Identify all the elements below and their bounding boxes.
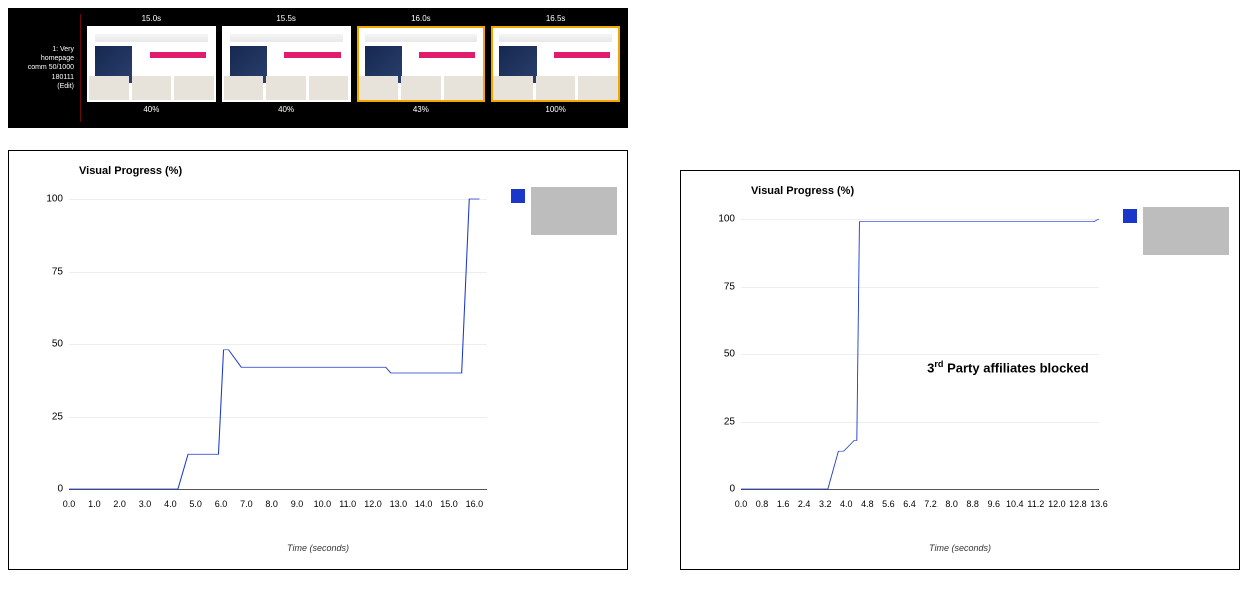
x-tick: 3.2 xyxy=(819,499,832,509)
y-tick: 100 xyxy=(707,214,735,225)
frame-thumbnail[interactable] xyxy=(357,26,486,102)
x-tick: 0.8 xyxy=(756,499,769,509)
x-tick: 10.0 xyxy=(314,499,332,509)
x-tick: 1.6 xyxy=(777,499,790,509)
frame-thumbnail[interactable] xyxy=(222,26,351,102)
y-tick: 0 xyxy=(707,484,735,495)
chart-legend xyxy=(511,187,617,235)
frame-percent: 43% xyxy=(413,105,429,114)
frame-time: 16.0s xyxy=(411,14,431,23)
label-line: 1: Very xyxy=(16,45,74,54)
frame-percent: 40% xyxy=(278,105,294,114)
chart-title: Visual Progress (%) xyxy=(79,165,182,177)
filmstrip: 1: Very homepage comm 50/1000 180111 (Ed… xyxy=(8,8,628,128)
frame-time: 15.5s xyxy=(276,14,296,23)
x-tick: 4.0 xyxy=(164,499,177,509)
y-tick: 25 xyxy=(35,411,63,422)
frame-time: 15.0s xyxy=(142,14,162,23)
chart-title: Visual Progress (%) xyxy=(751,185,854,197)
frame-percent: 40% xyxy=(143,105,159,114)
filmstrip-frame[interactable]: 15.0s 40% xyxy=(87,14,216,122)
x-axis-label: Time (seconds) xyxy=(929,543,991,553)
plot-area: 0255075100 0.00.81.62.43.24.04.85.66.47.… xyxy=(741,219,1099,489)
y-tick: 50 xyxy=(35,339,63,350)
plot-area: 0255075100 0.01.02.03.04.05.06.07.08.09.… xyxy=(69,199,487,489)
x-tick: 5.6 xyxy=(882,499,895,509)
x-tick: 0.0 xyxy=(63,499,76,509)
x-tick: 6.0 xyxy=(215,499,228,509)
x-tick: 12.0 xyxy=(1048,499,1066,509)
x-tick: 3.0 xyxy=(139,499,152,509)
x-tick: 6.4 xyxy=(903,499,916,509)
legend-placeholder xyxy=(531,187,617,235)
x-tick: 10.4 xyxy=(1006,499,1024,509)
x-tick: 5.0 xyxy=(189,499,202,509)
x-tick: 8.8 xyxy=(966,499,979,509)
x-tick: 9.0 xyxy=(291,499,304,509)
filmstrip-frame[interactable]: 15.5s 40% xyxy=(222,14,351,122)
x-tick: 2.4 xyxy=(798,499,811,509)
label-line-edit[interactable]: (Edit) xyxy=(16,82,74,91)
x-tick: 2.0 xyxy=(113,499,126,509)
legend-swatch xyxy=(1123,209,1137,223)
x-tick: 14.0 xyxy=(415,499,433,509)
x-tick: 9.6 xyxy=(987,499,1000,509)
x-tick: 7.0 xyxy=(240,499,253,509)
x-tick: 12.8 xyxy=(1069,499,1087,509)
filmstrip-frame[interactable]: 16.5s 100% xyxy=(491,14,620,122)
y-tick: 50 xyxy=(707,349,735,360)
x-tick: 0.0 xyxy=(735,499,748,509)
x-tick: 8.0 xyxy=(265,499,278,509)
x-tick: 11.2 xyxy=(1027,499,1044,509)
x-tick: 8.0 xyxy=(945,499,958,509)
y-tick: 100 xyxy=(35,194,63,205)
y-tick: 25 xyxy=(707,416,735,427)
x-tick: 11.0 xyxy=(339,499,356,509)
label-line: homepage xyxy=(16,54,74,63)
x-tick: 1.0 xyxy=(88,499,101,509)
x-tick: 16.0 xyxy=(466,499,484,509)
frames-row: 15.0s 40% 15.5s 40% 16.0s 43% 16.5s 100% xyxy=(87,14,620,122)
y-tick: 0 xyxy=(35,484,63,495)
frame-time: 16.5s xyxy=(546,14,566,23)
frame-thumbnail[interactable] xyxy=(491,26,620,102)
chart-card-original: Visual Progress (%) 0255075100 0.01.02.0… xyxy=(8,150,628,570)
filmstrip-frame[interactable]: 16.0s 43% xyxy=(357,14,486,122)
x-tick: 13.0 xyxy=(390,499,408,509)
y-tick: 75 xyxy=(707,281,735,292)
label-line: 180111 xyxy=(16,73,74,82)
x-tick: 15.0 xyxy=(440,499,458,509)
chart-legend xyxy=(1123,207,1229,255)
frame-percent: 100% xyxy=(545,105,565,114)
legend-placeholder xyxy=(1143,207,1229,255)
x-tick: 4.0 xyxy=(840,499,853,509)
x-tick: 7.2 xyxy=(924,499,937,509)
y-tick: 75 xyxy=(35,266,63,277)
filmstrip-label: 1: Very homepage comm 50/1000 180111 (Ed… xyxy=(16,14,81,122)
x-tick: 4.8 xyxy=(861,499,874,509)
frame-thumbnail[interactable] xyxy=(87,26,216,102)
chart-annotation: 3rd Party affiliates blocked xyxy=(927,359,1089,375)
label-line: comm 50/1000 xyxy=(16,63,74,72)
chart-card-blocked: Visual Progress (%) 0255075100 0.00.81.6… xyxy=(680,170,1240,570)
x-axis-label: Time (seconds) xyxy=(287,543,349,553)
legend-swatch xyxy=(511,189,525,203)
x-tick: 13.6 xyxy=(1090,499,1108,509)
x-tick: 12.0 xyxy=(364,499,382,509)
